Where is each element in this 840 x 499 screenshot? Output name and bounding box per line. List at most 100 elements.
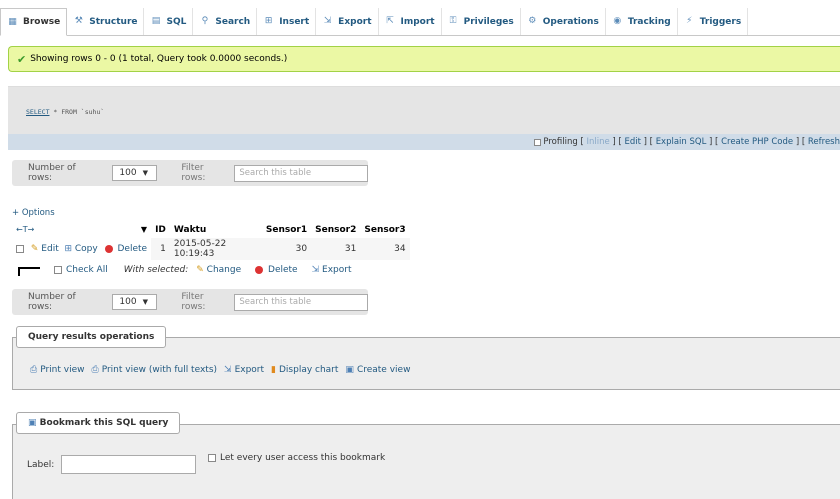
- rows-label: Number of rows:: [28, 163, 76, 183]
- print-view-full-link[interactable]: ⎙ Print view (with full texts): [92, 365, 218, 375]
- sql-query-text[interactable]: SELECT * FROM `suhu`: [26, 108, 104, 116]
- chevron-down-icon: ▼: [142, 298, 148, 306]
- bookmark-all-users-option[interactable]: Let every user access this bookmark: [208, 453, 385, 463]
- bookmark-label-input[interactable]: [61, 455, 196, 474]
- explain-sql-link[interactable]: Explain SQL: [656, 137, 707, 147]
- check-all-label[interactable]: Check All: [66, 265, 108, 275]
- check-all-checkbox[interactable]: [54, 266, 62, 274]
- chart-icon: ▮: [271, 365, 276, 375]
- table-tabs: ▦ Browse ⚒ Structure ▤ SQL ⚲ Search ⊞ Insert ⇲ Expo…: [0, 8, 840, 36]
- tab-label: Structure: [89, 16, 138, 27]
- column-header-waktu[interactable]: Waktu: [169, 221, 262, 238]
- pencil-icon: ✎: [30, 244, 39, 254]
- with-selected-bar: Check All With selected: ✎ Change Delete…: [18, 265, 365, 276]
- tab-label: Search: [215, 16, 251, 27]
- tab-operations[interactable]: ⚙ Operations: [521, 8, 606, 35]
- create-php-link[interactable]: Create PHP Code: [721, 137, 793, 147]
- tab-privileges[interactable]: ⚿ Privileges: [442, 8, 521, 35]
- query-operations-links: ⎙ Print view ⎙ Print view (with full texts…: [30, 365, 417, 375]
- options-toggle[interactable]: + Options: [12, 208, 55, 218]
- delete-selected-button[interactable]: Delete: [255, 265, 298, 275]
- navigation-bar-top: Number of rows: 100 ▼ Filter rows: Search…: [12, 160, 368, 186]
- create-view-link[interactable]: ▣ Create view: [345, 365, 410, 375]
- tab-triggers[interactable]: ⚡ Triggers: [678, 8, 749, 35]
- row-copy-link[interactable]: Copy: [75, 244, 98, 254]
- export-icon: ⇲: [323, 16, 332, 26]
- table-row: ✎ Edit ⊞ Copy Delete 1 2015-05-22 10:19:…: [12, 238, 410, 260]
- import-icon: ⇱: [386, 16, 394, 26]
- structure-icon: ⚒: [74, 16, 83, 26]
- edit-link[interactable]: Edit: [624, 137, 640, 147]
- tab-sql[interactable]: ▤ SQL: [144, 8, 194, 35]
- table-icon: ▦: [8, 16, 17, 27]
- bookmark-label-text: Label:: [27, 460, 55, 470]
- query-tools-bar: Profiling [ Inline ] [ Edit ] [ Explain …: [8, 134, 840, 150]
- query-results-operations-legend: Query results operations: [16, 326, 167, 348]
- tab-export[interactable]: ⇲ Export: [316, 8, 379, 35]
- delete-icon: [255, 265, 264, 274]
- tracking-icon: ◉: [613, 16, 622, 26]
- export-selected-button[interactable]: ⇲ Export: [312, 265, 352, 275]
- column-header-sensor3[interactable]: Sensor3: [360, 221, 410, 238]
- tab-search[interactable]: ⚲ Search: [193, 8, 258, 35]
- search-icon: ⚲: [201, 16, 209, 26]
- rows-select[interactable]: 100 ▼: [112, 294, 158, 310]
- column-header-id[interactable]: ID: [151, 221, 170, 238]
- pencil-icon: ✎: [196, 265, 204, 275]
- export-icon: ⇲: [224, 365, 232, 375]
- tab-label: Operations: [542, 16, 599, 27]
- copy-icon: ⊞: [61, 244, 73, 254]
- navigation-bar-bottom: Number of rows: 100 ▼ Filter rows: Search…: [12, 289, 368, 315]
- print-view-link[interactable]: ⎙ Print view: [30, 365, 85, 375]
- operations-icon: ⚙: [528, 16, 537, 26]
- tab-label: Triggers: [699, 16, 742, 27]
- tab-label: Tracking: [627, 16, 671, 27]
- column-arrows[interactable]: ←T→: [12, 221, 103, 238]
- printer-icon: ⎙: [91, 365, 99, 375]
- delete-icon: [104, 244, 113, 253]
- change-button[interactable]: ✎ Change: [196, 265, 241, 275]
- export-link[interactable]: ⇲ Export: [224, 365, 264, 375]
- refresh-link[interactable]: Refresh: [808, 137, 840, 147]
- tab-structure[interactable]: ⚒ Structure: [67, 8, 145, 35]
- sort-icon[interactable]: ▼: [102, 221, 152, 238]
- tab-import[interactable]: ⇱ Import: [379, 8, 442, 35]
- cell-waktu: 2015-05-22 10:19:43: [169, 238, 262, 260]
- profiling-checkbox[interactable]: [534, 138, 542, 146]
- filter-label: Filter rows:: [181, 292, 206, 312]
- row-checkbox[interactable]: [16, 244, 24, 253]
- tab-browse[interactable]: ▦ Browse: [0, 8, 68, 36]
- insert-icon: ⊞: [264, 16, 273, 26]
- row-delete-link[interactable]: Delete: [117, 244, 147, 254]
- check-icon: ✔: [17, 52, 27, 66]
- cell-id: 1: [151, 238, 170, 260]
- view-icon: ▣: [345, 365, 354, 375]
- with-selected-label: With selected:: [123, 265, 189, 275]
- tab-label: Browse: [23, 17, 61, 27]
- tab-tracking[interactable]: ◉ Tracking: [606, 8, 678, 35]
- filter-input[interactable]: Search this table: [234, 293, 368, 311]
- display-chart-link[interactable]: ▮ Display chart: [271, 365, 338, 375]
- column-header-sensor2[interactable]: Sensor2: [311, 221, 361, 238]
- row-edit-link[interactable]: Edit: [41, 244, 58, 254]
- column-header-sensor1[interactable]: Sensor1: [261, 221, 312, 238]
- rows-select[interactable]: 100 ▼: [112, 165, 158, 181]
- filter-input[interactable]: Search this table: [234, 164, 368, 182]
- tab-label: Import: [400, 16, 435, 27]
- sql-keyword[interactable]: SELECT: [26, 108, 49, 116]
- tab-insert[interactable]: ⊞ Insert: [257, 8, 317, 35]
- bookmark-icon: ▣: [28, 418, 37, 428]
- chevron-down-icon: ▼: [142, 169, 148, 177]
- privileges-icon: ⚿: [449, 16, 457, 26]
- success-message: ✔ Showing rows 0 - 0 (1 total, Query too…: [8, 46, 840, 72]
- all-users-checkbox[interactable]: [208, 454, 216, 462]
- results-table: ←T→ ▼ ID Waktu Sensor1 Sensor2 Sensor3 ✎…: [12, 221, 410, 260]
- inline-link[interactable]: Inline: [586, 137, 609, 147]
- row-actions: ✎ Edit ⊞ Copy Delete: [12, 238, 152, 260]
- sql-query-box: SELECT * FROM `suhu`: [8, 86, 840, 134]
- tab-label: Privileges: [463, 16, 514, 27]
- tab-label: Insert: [279, 16, 310, 27]
- sql-icon: ▤: [151, 16, 161, 26]
- sql-rest: * FROM `suhu`: [49, 108, 105, 116]
- success-text: Showing rows 0 - 0 (1 total, Query took …: [30, 54, 288, 64]
